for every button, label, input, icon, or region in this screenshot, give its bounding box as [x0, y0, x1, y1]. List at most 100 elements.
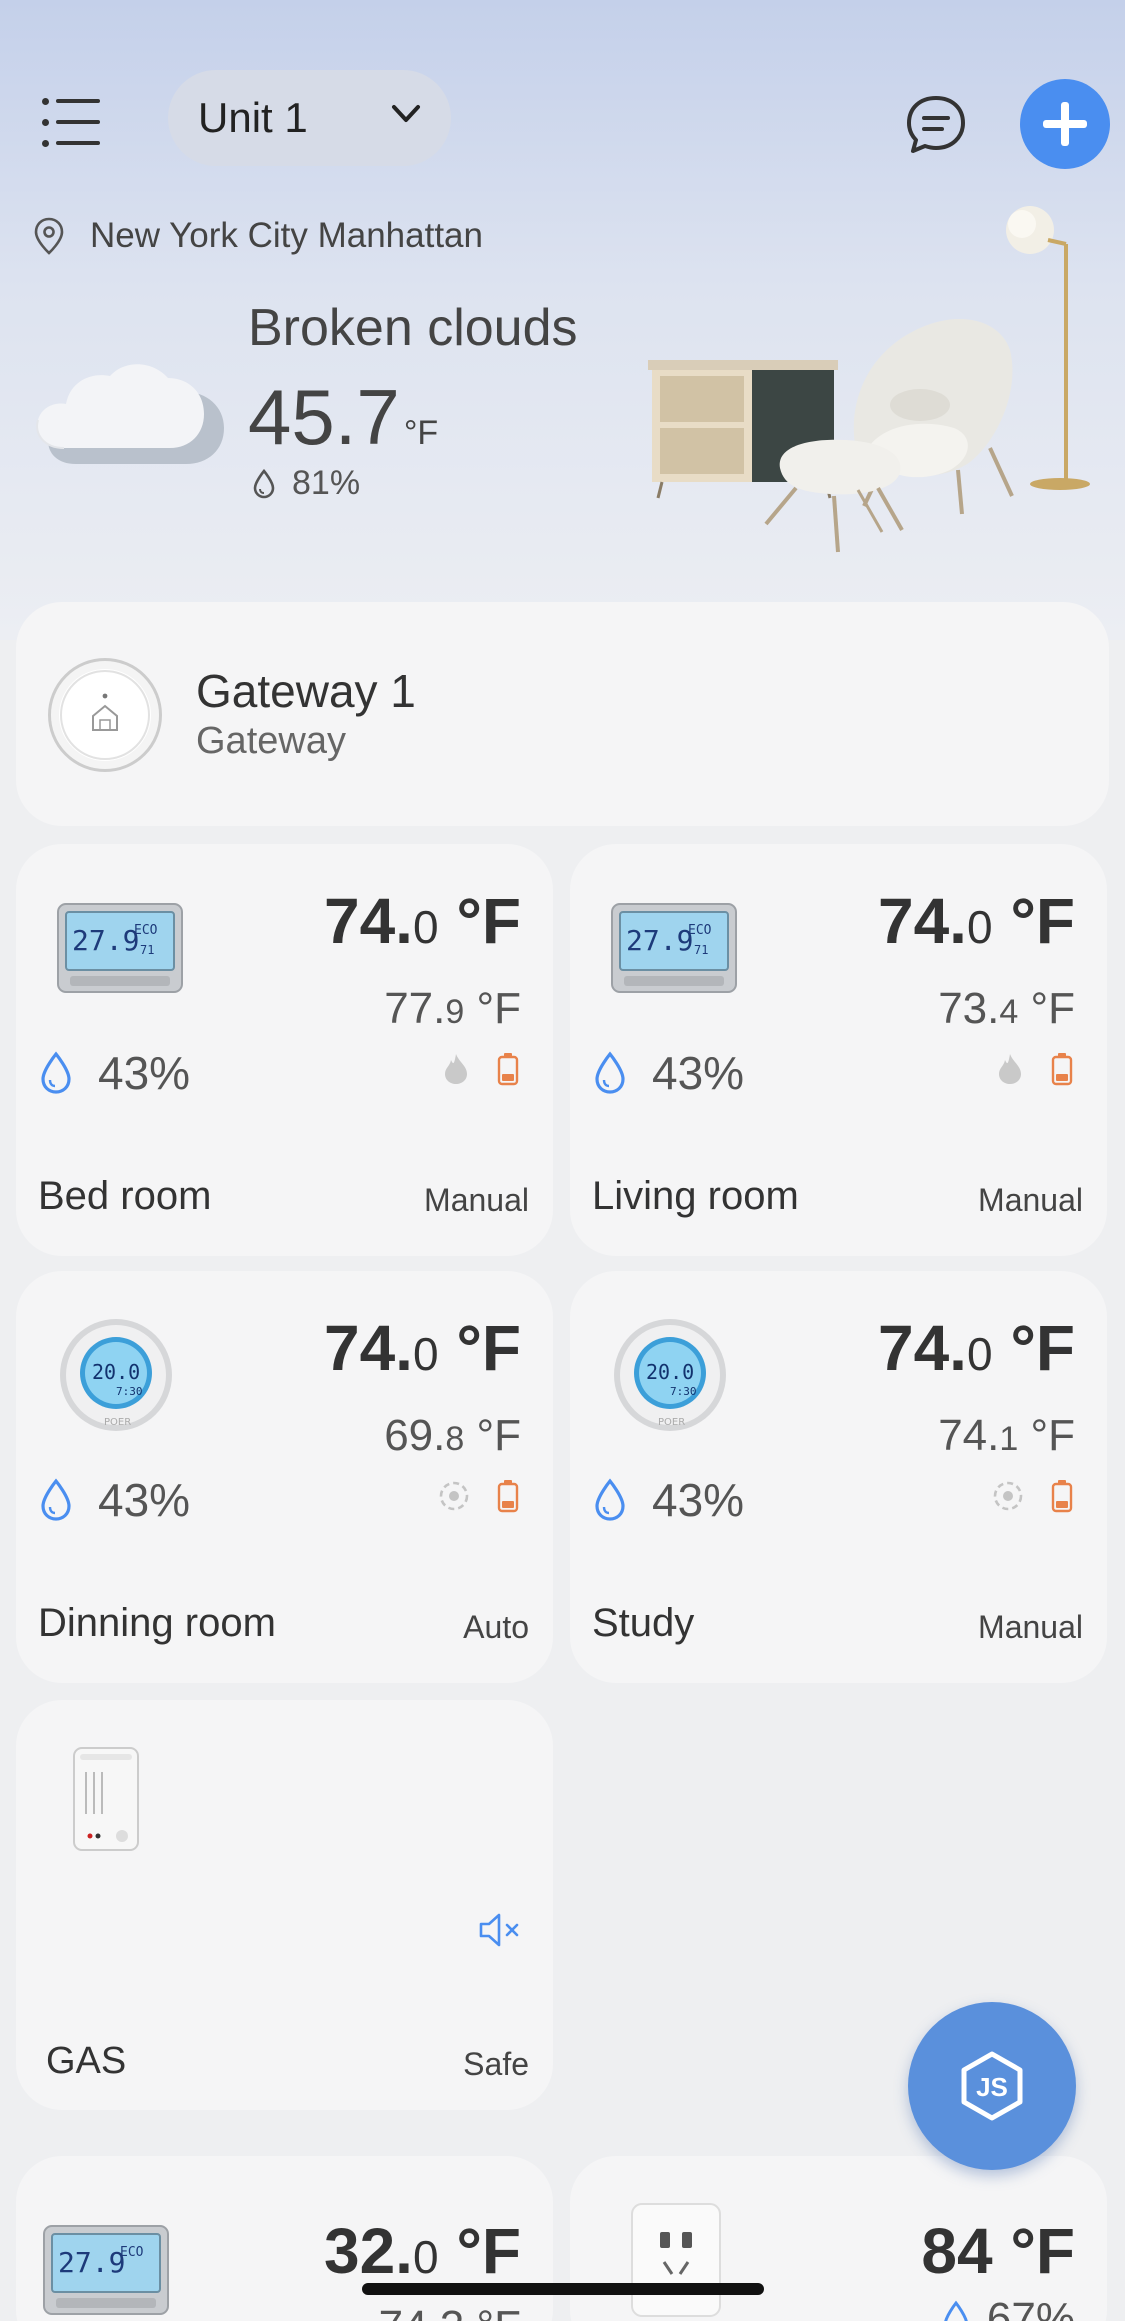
svg-text:20.0: 20.0 [646, 1360, 694, 1384]
device-mode: Manual [424, 1182, 529, 1218]
svg-text:27.9: 27.9 [58, 2246, 125, 2279]
status-icons [995, 1052, 1073, 1086]
battery-icon [497, 1053, 519, 1086]
thermostat-card[interactable]: 20.0 7:30 POER 74.0 °F 69.8 °F 43% Dinni… [16, 1271, 553, 1683]
status-icons [991, 1479, 1073, 1513]
svg-text:ECO: ECO [134, 923, 158, 938]
round-thermostat-image: 20.0 7:30 POER [614, 1319, 726, 1431]
unit-selector[interactable]: Unit 1 [168, 70, 451, 166]
svg-text:27.9: 27.9 [626, 924, 693, 957]
thermostat-image: 27.9 ECO 71 [57, 903, 183, 993]
set-temperature: 32.0 °F [324, 2214, 521, 2288]
set-temperature-int: 74. [323, 1312, 413, 1384]
current-temperature-unit: °F [1018, 984, 1075, 1033]
set-temperature-unit: °F [992, 1312, 1075, 1384]
gas-status: Safe [463, 2046, 529, 2082]
current-temperature-unit: °F [1018, 1411, 1075, 1460]
weather-humidity-value: 81% [292, 464, 361, 502]
device-humidity: 43% [38, 1473, 190, 1527]
water-drop-icon [41, 1051, 71, 1094]
plug-temperature: 84 °F [921, 2215, 1075, 2287]
thermostat-card[interactable]: 20.0 7:30 POER 74.0 °F 74.1 °F 43% Study… [570, 1271, 1107, 1683]
current-temperature-decimal: 4 [999, 993, 1019, 1031]
water-drop-icon [944, 2300, 968, 2321]
chevron-down-icon [392, 105, 420, 122]
battery-icon [497, 1480, 519, 1513]
svg-text:71: 71 [140, 943, 154, 957]
set-temperature-unit: °F [438, 1312, 521, 1384]
gas-detector-card[interactable]: GAS Safe [16, 1700, 553, 2110]
menu-list-icon[interactable] [42, 92, 106, 152]
status-icons [437, 1479, 519, 1513]
set-temperature-decimal: 0 [412, 1328, 439, 1380]
weather-condition: Broken clouds [248, 299, 578, 357]
weather-temperature: 45.7 °F [248, 372, 438, 463]
device-mode: Auto [463, 1609, 529, 1645]
svg-text:ECO: ECO [688, 923, 712, 938]
living-room-illustration [648, 206, 1090, 553]
flame-icon [999, 1054, 1021, 1084]
set-temperature-unit: °F [438, 2215, 521, 2287]
svg-text:POER: POER [658, 1417, 685, 1428]
current-temperature: 69.8 °F [384, 1411, 521, 1461]
gateway-card[interactable]: Gateway 1 Gateway [16, 602, 1109, 826]
partial-thermostat-card[interactable]: 27.9 ECO 32.0 °F 74.3 °F [16, 2156, 553, 2321]
round-thermostat-image: 20.0 7:30 POER [60, 1319, 172, 1431]
set-temperature-decimal: 0 [412, 901, 439, 953]
set-temperature-unit: °F [438, 885, 521, 957]
device-name: Bed room [38, 1174, 212, 1218]
current-temperature: 74.1 °F [938, 1411, 1075, 1461]
set-temperature-decimal: 0 [966, 1328, 993, 1380]
add-device-button[interactable] [1020, 79, 1110, 169]
set-temperature-decimal: 0 [966, 901, 993, 953]
flame-icon [445, 1054, 467, 1084]
weather-temp-unit: °F [403, 414, 439, 452]
set-temperature-int: 74. [323, 885, 413, 957]
thermostat-card[interactable]: 27.9 ECO 71 74.0 °F 77.9 °F 43% Bed room… [16, 844, 553, 1256]
mute-speaker-icon[interactable] [477, 1910, 525, 1950]
weather-humidity: 81% [252, 464, 360, 503]
current-temperature-unit: °F [464, 1411, 521, 1460]
message-icon[interactable] [904, 94, 968, 156]
current-temperature-int: 69. [384, 1411, 446, 1460]
svg-text:7:30: 7:30 [116, 1385, 143, 1398]
set-temperature-int: 74. [877, 885, 967, 957]
svg-text:POER: POER [104, 1417, 131, 1428]
device-name: Living room [592, 1174, 799, 1218]
set-temperature: 74.0 °F [878, 884, 1075, 958]
auto-cycle-icon [439, 1481, 469, 1511]
set-temperature: 74.0 °F [324, 1311, 521, 1385]
current-temperature-unit: °F [464, 984, 521, 1033]
unit-label: Unit 1 [198, 94, 308, 141]
device-humidity: 43% [592, 1473, 744, 1527]
gateway-device-icon [48, 658, 162, 772]
location-row: New York City Manhattan [34, 216, 483, 256]
auto-cycle-icon [993, 1481, 1023, 1511]
set-temperature-int: 32. [323, 2215, 413, 2287]
set-temperature-unit: °F [992, 885, 1075, 957]
thermostat-card[interactable]: 27.9 ECO 71 74.0 °F 73.4 °F 43% Living r… [570, 844, 1107, 1256]
set-temperature: 74.0 °F [878, 1311, 1075, 1385]
svg-text:27.9: 27.9 [72, 924, 139, 957]
device-mode: Manual [978, 1182, 1083, 1218]
set-temperature-decimal: 0 [412, 2231, 439, 2283]
svg-text:ECO: ECO [120, 2245, 144, 2260]
device-humidity-value: 43% [98, 1047, 191, 1099]
svg-text:71: 71 [694, 943, 708, 957]
current-temperature: 77.9 °F [384, 984, 521, 1034]
battery-icon [1051, 1480, 1073, 1513]
partial-plug-card[interactable]: 84 °F 67% [570, 2156, 1107, 2321]
device-humidity-value: 43% [652, 1047, 745, 1099]
water-drop-icon [253, 468, 275, 498]
js-script-fab-button[interactable]: JS [908, 2002, 1076, 2170]
current-temperature-int: 77. [384, 984, 446, 1033]
current-temperature: 74.3 °F [379, 2302, 521, 2321]
gateway-type: Gateway [196, 720, 346, 762]
thermostat-image: 27.9 ECO [43, 2225, 169, 2315]
thermostat-image: 27.9 ECO 71 [611, 903, 737, 993]
gateway-name: Gateway 1 [196, 665, 416, 717]
device-humidity: 43% [592, 1046, 744, 1100]
water-drop-icon [41, 1478, 71, 1521]
smart-plug-image [631, 2203, 721, 2317]
device-name: Study [592, 1601, 695, 1645]
